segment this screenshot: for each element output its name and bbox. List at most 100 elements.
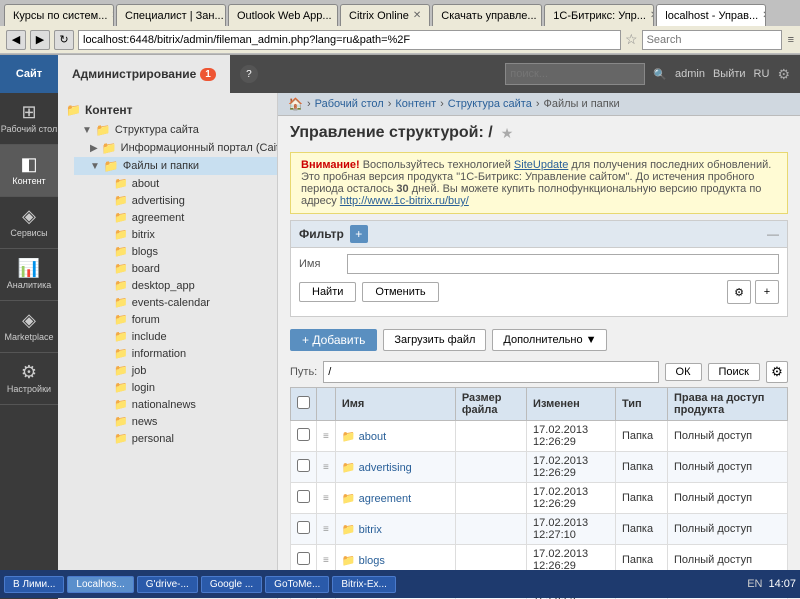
drag-handle-icon[interactable]: ≡ <box>323 524 329 535</box>
settings-icon[interactable]: ⚙ <box>777 66 790 83</box>
tree-root-content[interactable]: 📁 Контент <box>58 99 277 121</box>
close-icon[interactable]: ✕ <box>650 10 654 21</box>
path-gear-button[interactable]: ⚙ <box>766 361 788 383</box>
tree-item-agreement[interactable]: 📁 agreement <box>82 209 277 226</box>
tree-item-board[interactable]: 📁 board <box>82 260 277 277</box>
path-search-button[interactable]: Поиск <box>708 363 760 381</box>
app-search-input[interactable] <box>505 63 645 85</box>
more-button[interactable]: Дополнительно ▼ <box>492 329 607 351</box>
menu-icon[interactable]: ≡ <box>788 34 794 46</box>
tree-item-about[interactable]: 📁 about <box>82 175 277 192</box>
browser-tab-1[interactable]: Курсы по систем... ✕ <box>4 4 114 26</box>
admin-tab[interactable]: Администрирование 1 <box>58 55 230 93</box>
tree-item-forum[interactable]: 📁 forum <box>82 311 277 328</box>
taskbar-button[interactable]: В Лими... <box>4 576 64 593</box>
tree-item-structure[interactable]: ▼ 📁 Структура сайта <box>66 121 277 139</box>
close-icon[interactable]: ✕ <box>762 10 766 21</box>
filter-collapse-button[interactable]: — <box>767 227 779 241</box>
close-icon[interactable]: ✕ <box>541 10 543 21</box>
sidebar-item-analytics[interactable]: 📊 Аналитика <box>0 249 58 301</box>
forward-button[interactable]: ▶ <box>30 30 50 50</box>
buy-link[interactable]: http://www.1c-bitrix.ru/buy/ <box>340 195 469 207</box>
taskbar-button[interactable]: Localhos... <box>67 576 133 593</box>
taskbar-button[interactable]: GoToMe... <box>265 576 329 593</box>
path-input[interactable] <box>323 361 658 383</box>
tree-item-blogs[interactable]: 📁 blogs <box>82 243 277 260</box>
sidebar-item-marketplace[interactable]: ◈ Marketplace <box>0 301 58 353</box>
folder-link[interactable]: agreement <box>359 493 412 505</box>
row-checkbox[interactable] <box>297 521 310 534</box>
browser-tab-3[interactable]: Outlook Web App... ✕ <box>228 4 338 26</box>
drag-handle-icon[interactable]: ≡ <box>323 493 329 504</box>
sidebar-item-content[interactable]: ◧ Контент <box>0 145 58 197</box>
row-modified-cell: 17.02.2013 12:26:29 <box>527 483 616 514</box>
drag-handle-icon[interactable]: ≡ <box>323 431 329 442</box>
tree-item-job[interactable]: 📁 job <box>82 362 277 379</box>
user-link[interactable]: admin <box>675 68 705 80</box>
folder-link[interactable]: blogs <box>359 555 385 567</box>
row-checkbox[interactable] <box>297 490 310 503</box>
browser-search-input[interactable] <box>642 30 782 50</box>
upload-button[interactable]: Загрузить файл <box>383 329 486 351</box>
close-icon[interactable]: ✕ <box>413 10 421 21</box>
refresh-button[interactable]: ↻ <box>54 30 74 50</box>
bookmark-icon[interactable]: ☆ <box>625 31 638 48</box>
language-selector[interactable]: RU <box>754 68 770 80</box>
breadcrumb-structure[interactable]: Структура сайта <box>448 98 532 110</box>
breadcrumb-desktop[interactable]: Рабочий стол <box>315 98 384 110</box>
site-button[interactable]: Сайт <box>0 55 58 93</box>
tree-item-information[interactable]: 📁 information <box>82 345 277 362</box>
taskbar-button[interactable]: Bitrix-Ex... <box>332 576 396 593</box>
path-ok-button[interactable]: ОК <box>665 363 702 381</box>
favorite-icon[interactable]: ★ <box>501 125 514 142</box>
taskbar-lang[interactable]: EN <box>747 578 762 590</box>
browser-tab-5[interactable]: Скачать управле... ✕ <box>432 4 542 26</box>
back-button[interactable]: ◀ <box>6 30 26 50</box>
filter-name-input[interactable] <box>347 254 779 274</box>
row-checkbox[interactable] <box>297 428 310 441</box>
browser-tab-7[interactable]: localhost - Управ... ✕ <box>656 4 766 26</box>
tree-item-personal[interactable]: 📁 personal <box>82 430 277 447</box>
tree-item-bitrix[interactable]: 📁 bitrix <box>82 226 277 243</box>
filter-plus-button[interactable]: + <box>755 280 779 304</box>
filter-find-button[interactable]: Найти <box>299 282 356 302</box>
drag-handle-icon[interactable]: ≡ <box>323 555 329 566</box>
tree-item-login[interactable]: 📁 login <box>82 379 277 396</box>
browser-tab-2[interactable]: Специалист | Зан... ✕ <box>116 4 226 26</box>
tree-item-files[interactable]: ▼ 📁 Файлы и папки <box>74 157 277 175</box>
address-bar[interactable] <box>78 30 621 50</box>
select-all-checkbox[interactable] <box>297 396 310 409</box>
help-icon[interactable]: ? <box>240 65 258 83</box>
tree-item-portal[interactable]: ▶ 📁 Информационный портал (Сait <box>74 139 277 157</box>
tree-item-news[interactable]: 📁 news <box>82 413 277 430</box>
folder-link[interactable]: bitrix <box>359 524 382 536</box>
filter-gear-button[interactable]: ⚙ <box>727 280 751 304</box>
tree-item-desktop_app[interactable]: 📁 desktop_app <box>82 277 277 294</box>
siteupdate-link[interactable]: SiteUpdate <box>514 159 568 171</box>
filter-add-button[interactable]: + <box>350 225 368 243</box>
sidebar-item-settings[interactable]: ⚙ Настройки <box>0 353 58 405</box>
close-icon[interactable]: ✕ <box>111 10 114 21</box>
tree-item-advertising[interactable]: 📁 advertising <box>82 192 277 209</box>
add-button[interactable]: + Добавить <box>290 329 377 351</box>
sidebar-item-services[interactable]: ◈ Сервисы <box>0 197 58 249</box>
exit-button[interactable]: Выйти <box>713 68 746 80</box>
tree-item-include[interactable]: 📁 include <box>82 328 277 345</box>
folder-link[interactable]: advertising <box>359 462 412 474</box>
search-button[interactable]: 🔍 <box>653 68 667 81</box>
taskbar-button[interactable]: G'drive-... <box>137 576 198 593</box>
folder-link[interactable]: about <box>359 431 387 443</box>
tree-item-events-calendar[interactable]: 📁 events-calendar <box>82 294 277 311</box>
taskbar-button[interactable]: Google ... <box>201 576 262 593</box>
filter-cancel-button[interactable]: Отменить <box>362 282 438 302</box>
table-row: ≡ 📁 bitrix 17.02.2013 12:27:10 Папка Пол… <box>291 514 788 545</box>
row-checkbox[interactable] <box>297 552 310 565</box>
sidebar-item-desktop[interactable]: ⊞ Рабочий стол <box>0 93 58 145</box>
row-checkbox[interactable] <box>297 459 310 472</box>
browser-tab-6[interactable]: 1С-Битрикс: Упр... ✕ <box>544 4 654 26</box>
drag-handle-icon[interactable]: ≡ <box>323 462 329 473</box>
tree-item-nationalnews[interactable]: 📁 nationalnews <box>82 396 277 413</box>
breadcrumb-content[interactable]: Контент <box>395 98 436 110</box>
browser-tab-4[interactable]: Citrix Online ✕ <box>340 4 430 26</box>
close-icon[interactable]: ✕ <box>336 10 338 21</box>
